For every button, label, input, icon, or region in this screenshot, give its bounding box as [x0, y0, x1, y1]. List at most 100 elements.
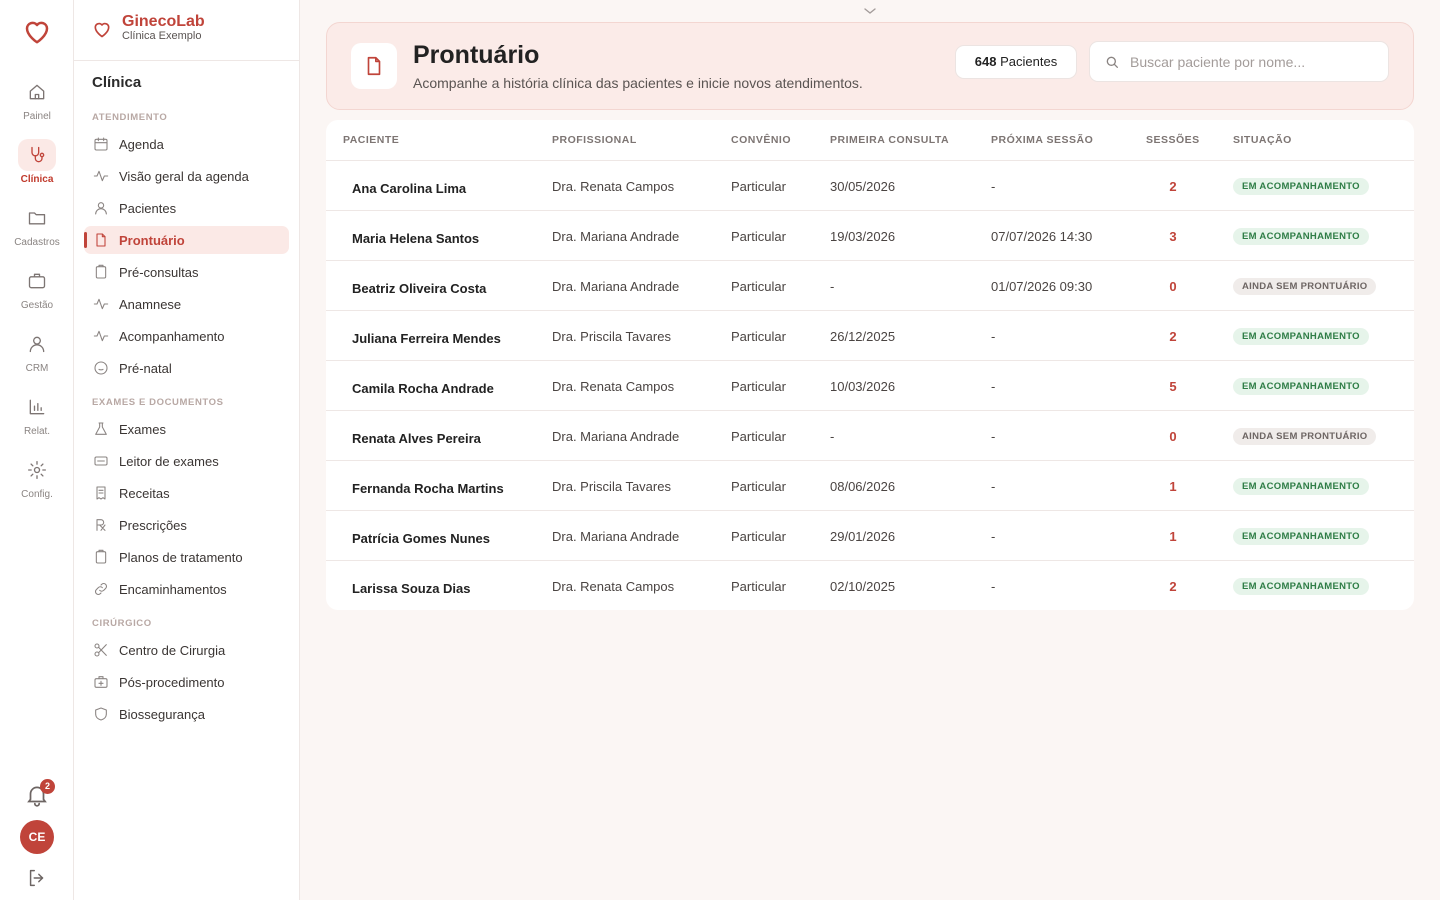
patient-name[interactable]: Juliana Ferreira Mendes — [352, 331, 501, 346]
col-sessoes-header[interactable]: SESSÕES — [1146, 134, 1200, 146]
cell-convenio: Particular — [731, 379, 786, 394]
table-row[interactable]: Camila Rocha Andrade Dra. Renata Campos Pa… — [326, 361, 1414, 411]
patient-name[interactable]: Larissa Souza Dias — [352, 581, 471, 596]
divider — [74, 60, 300, 61]
patient-name[interactable]: Patrícia Gomes Nunes — [352, 531, 490, 546]
table-row[interactable]: Maria Helena Santos Dra. Mariana Andrade P… — [326, 211, 1414, 261]
col-primeira-consulta-header[interactable]: PRIMEIRA CONSULTA — [830, 134, 949, 146]
table-row[interactable]: Juliana Ferreira Mendes Dra. Priscila Tav… — [326, 311, 1414, 361]
sidebar-item-anamnese[interactable]: Anamnese — [84, 290, 289, 318]
status-badge: AINDA SEM PRONTUÁRIO — [1233, 278, 1377, 295]
sidebar-item-pos-procedimento[interactable]: Pós-procedimento — [84, 668, 289, 696]
table-row[interactable]: Patrícia Gomes Nunes Dra. Mariana Andrade… — [326, 511, 1414, 561]
sidebar-item-receitas[interactable]: Receitas — [84, 479, 289, 507]
heart-logo-icon[interactable] — [22, 16, 52, 46]
activity-icon — [93, 328, 109, 344]
sidebar-item-biosseguranca[interactable]: Biossegurança — [84, 700, 289, 728]
sidebar-item-planos-de-tratamento[interactable]: Planos de tratamento — [84, 543, 289, 571]
patient-name[interactable]: Beatriz Oliveira Costa — [352, 281, 486, 296]
rail-item-crm[interactable]: CRM — [0, 328, 74, 384]
clipboard-icon — [93, 264, 109, 280]
cell-primeira: 02/10/2025 — [830, 579, 896, 594]
sidebar-item-leitor-de-exames[interactable]: Leitor de exames — [84, 447, 289, 475]
scanner-icon — [93, 453, 109, 469]
sidebar-section-title: CIRÚRGICO — [92, 618, 152, 629]
cell-proxima: 07/07/2026 14:30 — [991, 229, 1093, 244]
sidebar-item-pre-natal[interactable]: Pré-natal — [84, 354, 289, 382]
sidebar-item-visao-geral-da-agenda[interactable]: Visão geral da agenda — [84, 162, 289, 190]
sidebar-item-acompanhamento[interactable]: Acompanhamento — [84, 322, 289, 350]
sidebar-item-label: Acompanhamento — [119, 328, 225, 344]
users-icon — [18, 328, 56, 360]
sessions-count: 0 — [1169, 429, 1177, 444]
sessions-count: 1 — [1169, 479, 1177, 494]
sidebar-title: Clínica — [92, 74, 142, 91]
sidebar-item-label: Anamnese — [119, 296, 182, 312]
rail-item-label: CRM — [25, 363, 49, 374]
page-title: Prontuário — [413, 41, 540, 69]
sidebar-item-encaminhamentos[interactable]: Encaminhamentos — [84, 575, 289, 603]
cell-primeira: 30/05/2026 — [830, 179, 896, 194]
col-paciente-header[interactable]: PACIENTE — [343, 134, 399, 146]
patient-name[interactable]: Ana Carolina Lima — [352, 181, 466, 196]
col-convenio-header[interactable]: CONVÊNIO — [731, 134, 791, 146]
patients-table: PACIENTE PROFISSIONAL CONVÊNIO PRIMEIRA CON… — [326, 120, 1414, 610]
chevron-down-icon[interactable] — [862, 4, 878, 18]
col-situacao-header[interactable]: SITUAÇÃO — [1233, 134, 1292, 146]
sidebar-item-exames[interactable]: Exames — [84, 415, 289, 443]
col-profissional-header[interactable]: PROFISSIONAL — [552, 134, 637, 146]
sidebar-item-agenda[interactable]: Agenda — [84, 130, 289, 158]
rail-item-gesto[interactable]: Gestão — [0, 265, 74, 321]
bar-chart-icon — [18, 391, 56, 423]
search-icon — [1106, 56, 1118, 68]
receipt-icon — [93, 485, 109, 501]
sidebar-item-label: Prescrições — [119, 517, 187, 533]
patient-name[interactable]: Camila Rocha Andrade — [352, 381, 494, 396]
table-row[interactable]: Ana Carolina Lima Dra. Renata Campos Parti… — [326, 161, 1414, 211]
cell-profissional: Dra. Renata Campos — [552, 579, 675, 594]
col-proxima-sessao-header[interactable]: PRÓXIMA SESSÃO — [991, 134, 1093, 146]
cell-proxima: 01/07/2026 09:30 — [991, 279, 1093, 294]
sidebar-item-prontuario[interactable]: Prontuário — [84, 226, 289, 254]
rail-item-label: Painel — [23, 111, 51, 122]
rail-item-painel[interactable]: Painel — [0, 76, 74, 132]
sessions-count: 3 — [1169, 229, 1177, 244]
sidebar-section-title: EXAMES E DOCUMENTOS — [92, 397, 224, 408]
cell-proxima: - — [991, 379, 996, 394]
search-input[interactable] — [1130, 53, 1370, 70]
activity-icon — [93, 296, 109, 312]
sessions-count: 1 — [1169, 529, 1177, 544]
logout-icon[interactable] — [26, 867, 48, 889]
sidebar-item-pacientes[interactable]: Pacientes — [84, 194, 289, 222]
status-badge: EM ACOMPANHAMENTO — [1233, 178, 1369, 195]
sidebar-item-pre-consultas[interactable]: Pré-consultas — [84, 258, 289, 286]
rail-item-config[interactable]: Config. — [0, 454, 74, 510]
rail-item-relat[interactable]: Relat. — [0, 391, 74, 447]
table-row[interactable]: Fernanda Rocha Martins Dra. Priscila Tava… — [326, 461, 1414, 511]
brand[interactable]: GinecoLab Clínica Exemplo — [92, 14, 205, 43]
medkit-icon — [93, 674, 109, 690]
stethoscope-icon — [18, 139, 56, 171]
cell-convenio: Particular — [731, 479, 786, 494]
sidebar-item-prescricoes[interactable]: Prescrições — [84, 511, 289, 539]
status-badge: EM ACOMPANHAMENTO — [1233, 578, 1369, 595]
gear-icon — [18, 454, 56, 486]
avatar[interactable]: CE — [20, 820, 54, 854]
search-box[interactable] — [1089, 41, 1389, 82]
rail-item-clnica[interactable]: Clínica — [0, 139, 74, 195]
table-row[interactable]: Beatriz Oliveira Costa Dra. Mariana Andra… — [326, 261, 1414, 311]
file-icon — [351, 43, 397, 89]
cell-convenio: Particular — [731, 179, 786, 194]
sidebar-item-centro-de-cirurgia[interactable]: Centro de Cirurgia — [84, 636, 289, 664]
table-row[interactable]: Renata Alves Pereira Dra. Mariana Andrade… — [326, 411, 1414, 461]
patient-name[interactable]: Fernanda Rocha Martins — [352, 481, 504, 496]
cell-profissional: Dra. Mariana Andrade — [552, 429, 680, 444]
status-badge: EM ACOMPANHAMENTO — [1233, 528, 1369, 545]
rail-item-cadastros[interactable]: Cadastros — [0, 202, 74, 258]
cell-convenio: Particular — [731, 429, 786, 444]
table-row[interactable]: Larissa Souza Dias Dra. Renata Campos Part… — [326, 561, 1414, 611]
link-icon — [93, 581, 109, 597]
patient-name[interactable]: Maria Helena Santos — [352, 231, 479, 246]
patient-name[interactable]: Renata Alves Pereira — [352, 431, 481, 446]
baby-icon — [93, 360, 109, 376]
